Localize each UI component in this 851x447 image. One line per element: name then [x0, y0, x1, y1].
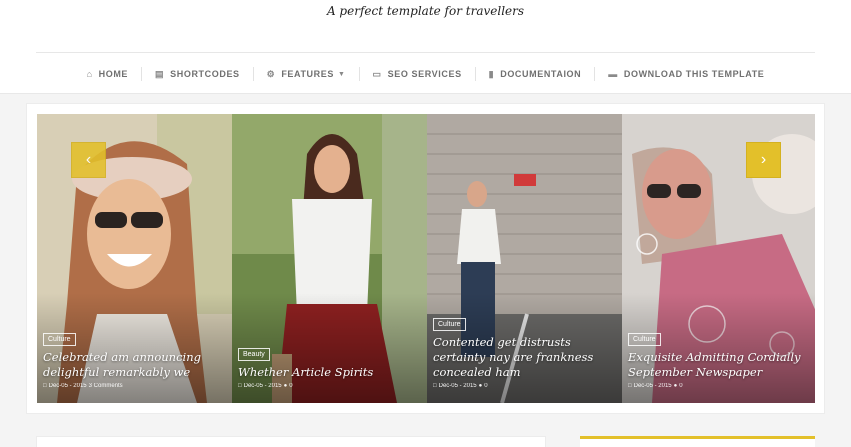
- calendar-icon: □: [238, 383, 242, 389]
- nav-item-seo-services[interactable]: ▭ SEO SERVICES: [360, 67, 476, 81]
- slider-next-button[interactable]: ›: [746, 142, 781, 178]
- slide-info: Beauty Whether Article Spirits □ Dec-05 …: [238, 343, 421, 389]
- chevron-right-icon: ›: [760, 151, 767, 168]
- category-badge[interactable]: Beauty: [238, 348, 270, 361]
- slide-date: Dec-05 - 2015: [438, 383, 477, 389]
- slide-info: Culture Contented get distrusts certaint…: [433, 313, 616, 389]
- slide[interactable]: Culture Exquisite Admitting Cordially Se…: [622, 114, 815, 403]
- nav-item-label: DOWNLOAD THIS TEMPLATE: [623, 69, 765, 79]
- nav-item-home[interactable]: ⌂ HOME: [74, 67, 143, 81]
- comment-icon: ●: [478, 383, 483, 389]
- slide-title[interactable]: Contented get distrusts certainty nay ar…: [433, 335, 616, 380]
- slide-comments: 0: [484, 383, 488, 389]
- slide-title[interactable]: Whether Article Spirits: [238, 365, 421, 380]
- slide-info: Culture Exquisite Admitting Cordially Se…: [628, 328, 811, 389]
- calendar-icon: □: [433, 383, 437, 389]
- chevron-left-icon: ‹: [85, 151, 92, 168]
- slide-meta: □ Dec-05 - 2015 ● 0: [433, 383, 616, 389]
- nav-item-label: FEATURES: [281, 69, 334, 79]
- content-panel: [36, 436, 546, 447]
- slide-comments: 3 Comments: [88, 383, 123, 389]
- slide[interactable]: Culture Celebrated am announcing delight…: [37, 114, 232, 403]
- slide-meta: □ Dec-05 - 2015 3 Comments: [43, 383, 226, 389]
- nav-item-shortcodes[interactable]: ▤ SHORTCODES: [142, 67, 254, 81]
- nav-item-features[interactable]: ⚙ FEATURES ▼: [254, 67, 360, 81]
- caret-down-icon: ▼: [337, 70, 346, 78]
- slide-comments: 0: [679, 383, 683, 389]
- nav-item-download[interactable]: ▬ DOWNLOAD THIS TEMPLATE: [595, 67, 777, 81]
- nav-item-label: SEO SERVICES: [387, 69, 462, 79]
- nav-item-label: DOCUMENTAION: [500, 69, 582, 79]
- slide[interactable]: Culture Contented get distrusts certaint…: [427, 114, 622, 403]
- slide[interactable]: Beauty Whether Article Spirits □ Dec-05 …: [232, 114, 427, 403]
- slide-info: Culture Celebrated am announcing delight…: [43, 328, 226, 389]
- slider-track: Culture Celebrated am announcing delight…: [37, 114, 815, 403]
- nav-item-label: SHORTCODES: [170, 69, 240, 79]
- slider-prev-button[interactable]: ‹: [71, 142, 106, 178]
- download-icon: ▬: [608, 68, 618, 79]
- gear-icon: ⚙: [266, 68, 276, 79]
- slide-meta: □ Dec-05 - 2015 ● 0: [238, 383, 421, 389]
- file-icon: ▤: [155, 68, 165, 79]
- featured-slider: Culture Celebrated am announcing delight…: [26, 103, 825, 414]
- laptop-icon: ▭: [372, 68, 382, 79]
- home-icon: ⌂: [86, 68, 93, 79]
- comment-icon: ●: [283, 383, 288, 389]
- slide-date: Dec-05 - 2015: [633, 383, 672, 389]
- slide-comments: 0: [289, 383, 293, 389]
- category-badge[interactable]: Culture: [628, 333, 661, 346]
- slide-meta: □ Dec-05 - 2015 ● 0: [628, 383, 811, 389]
- category-badge[interactable]: Culture: [43, 333, 76, 346]
- slide-date: Dec-05 - 2015: [48, 383, 87, 389]
- site-header: A perfect template for travellers ⌂ HOME…: [0, 0, 851, 94]
- nav-item-label: HOME: [98, 69, 129, 79]
- site-tagline: A perfect template for travellers: [326, 4, 525, 18]
- main-nav: ⌂ HOME ▤ SHORTCODES ⚙ FEATURES ▼ ▭ SEO S…: [0, 64, 851, 84]
- calendar-icon: □: [43, 383, 47, 389]
- slide-title[interactable]: Exquisite Admitting Cordially September …: [628, 350, 811, 380]
- category-badge[interactable]: Culture: [433, 318, 466, 331]
- header-divider: [36, 52, 815, 53]
- nav-item-documentation[interactable]: ▮ DOCUMENTAION: [476, 67, 596, 81]
- sidebar-widget: [580, 436, 815, 447]
- slide-title[interactable]: Celebrated am announcing delightful rema…: [43, 350, 226, 380]
- slide-date: Dec-05 - 2015: [243, 383, 282, 389]
- book-icon: ▮: [488, 68, 495, 79]
- comment-icon: ●: [673, 383, 678, 389]
- calendar-icon: □: [628, 383, 632, 389]
